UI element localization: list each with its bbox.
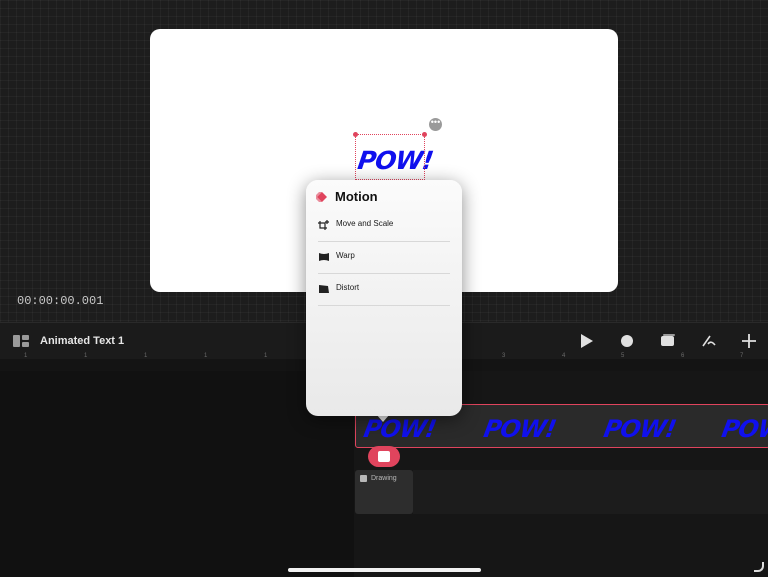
- plus-icon[interactable]: [740, 332, 758, 350]
- menu-item-warp[interactable]: Warp: [318, 241, 450, 274]
- tick-label: 1: [264, 353, 268, 359]
- motion-popover: Motion Move and Scale Warp Distort: [306, 180, 462, 416]
- layers-panel-icon[interactable]: [13, 335, 29, 347]
- menu-item-distort[interactable]: Distort: [318, 273, 450, 306]
- popover-title: Motion: [316, 189, 378, 204]
- tick-label: 6: [681, 353, 685, 359]
- tick-label: 1: [24, 353, 28, 359]
- motion-icon: [316, 192, 327, 202]
- frame-thumbnail: POW!: [601, 415, 678, 443]
- tick-label: 1: [204, 353, 208, 359]
- clapper-icon: [378, 451, 390, 462]
- tick-label: 7: [740, 353, 744, 359]
- drawing-track: [413, 470, 768, 514]
- drawing-label: Drawing: [371, 475, 397, 482]
- distort-icon: [319, 285, 329, 293]
- tick-label: 3: [502, 353, 506, 359]
- record-icon[interactable]: [618, 332, 636, 350]
- home-indicator[interactable]: [288, 568, 481, 572]
- layers-icon[interactable]: [659, 332, 677, 350]
- menu-item-label: Warp: [336, 251, 355, 260]
- frame-thumbnail: POW!: [719, 415, 768, 443]
- clip-button[interactable]: [368, 446, 400, 467]
- frame-thumbnail: POW!: [481, 415, 558, 443]
- move-scale-icon: [318, 220, 329, 230]
- menu-item-label: Distort: [336, 283, 360, 292]
- tick-label: 5: [621, 353, 625, 359]
- layers-list: [0, 371, 354, 577]
- warp-icon: [319, 253, 329, 261]
- menu-item-label: Move and Scale: [336, 219, 394, 228]
- more-options-icon[interactable]: •••: [429, 118, 442, 131]
- frame-thumbnail: POW!: [361, 415, 438, 443]
- menu-item-move-and-scale[interactable]: Move and Scale: [318, 209, 450, 242]
- tick-label: 1: [84, 353, 88, 359]
- draw-icon[interactable]: [700, 332, 718, 350]
- selection-handle-tr[interactable]: [422, 132, 427, 137]
- selection-handle-tl[interactable]: [353, 132, 358, 137]
- track-name: Animated Text 1: [40, 335, 125, 347]
- tick-label: 1: [144, 353, 148, 359]
- tick-label: 4: [562, 353, 566, 359]
- play-icon[interactable]: [577, 332, 595, 350]
- drawing-layer[interactable]: Drawing: [355, 470, 413, 514]
- checkbox-icon[interactable]: [360, 475, 367, 482]
- popover-title-text: Motion: [335, 189, 378, 204]
- selection-box[interactable]: [355, 134, 425, 180]
- timecode: 00:00:00.001: [17, 294, 104, 308]
